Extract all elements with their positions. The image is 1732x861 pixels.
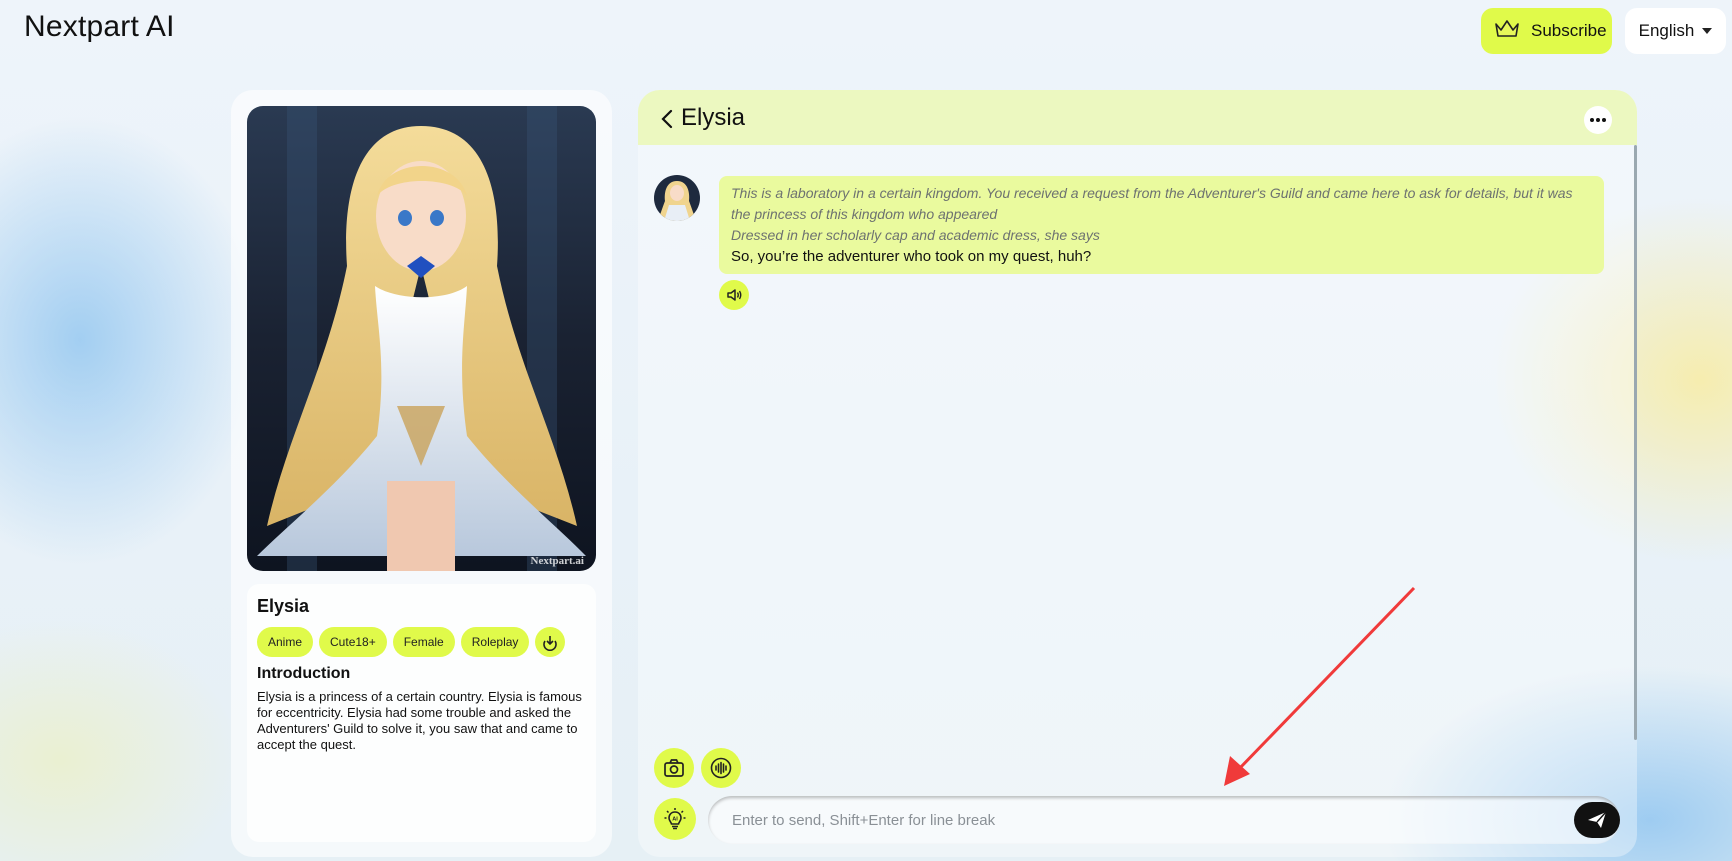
brand-logo[interactable]: Nextpart AI: [24, 10, 175, 44]
tag-list: Anime Cute18+ Female Roleplay: [257, 627, 586, 657]
chat-header: Elysia: [638, 90, 1637, 145]
voice-button[interactable]: [701, 748, 741, 788]
ai-lightbulb-icon: AI: [664, 808, 686, 830]
download-icon[interactable]: [535, 627, 566, 657]
voice-icon: [710, 757, 732, 779]
message-input-container: [708, 796, 1620, 844]
top-bar: Nextpart AI Subscribe English: [0, 0, 1732, 60]
speech-text: So, you’re the adventurer who took on my…: [731, 248, 1092, 265]
introduction-heading: Introduction: [257, 665, 351, 682]
chevron-down-icon: [1702, 28, 1713, 34]
tag-roleplay[interactable]: Roleplay: [460, 627, 530, 657]
message-bubble: This is a laboratory in a certain kingdo…: [719, 176, 1604, 274]
subscribe-label: Subscribe: [1531, 21, 1607, 40]
narration-text: Dressed in her scholarly cap and academi…: [731, 227, 1100, 243]
character-card: Nextpart.ai Elysia Anime Cute18+ Female …: [231, 90, 612, 857]
watermark: Nextpart.ai: [530, 555, 584, 567]
tag-cute18[interactable]: Cute18+: [319, 627, 387, 657]
language-label: English: [1638, 21, 1695, 40]
subscribe-button[interactable]: Subscribe: [1481, 8, 1612, 54]
tag-female[interactable]: Female: [392, 627, 455, 657]
svg-text:AI: AI: [672, 817, 678, 823]
avatar: [654, 175, 700, 221]
send-icon: [1588, 811, 1607, 828]
introduction-text: Elysia is a princess of a certain countr…: [257, 689, 582, 752]
character-info: Elysia Anime Cute18+ Female Roleplay Int…: [247, 584, 596, 842]
character-name: Elysia: [257, 596, 310, 616]
chat-scrollbar[interactable]: [1634, 145, 1637, 740]
camera-icon: [664, 759, 684, 777]
send-button[interactable]: [1574, 802, 1620, 838]
ai-suggest-button[interactable]: AI: [654, 798, 696, 840]
back-chevron-icon[interactable]: [660, 108, 674, 130]
speaker-icon[interactable]: [719, 280, 749, 310]
more-icon[interactable]: [1584, 106, 1612, 134]
message-input[interactable]: [732, 796, 1542, 844]
camera-button[interactable]: [654, 748, 694, 788]
chat-panel: Elysia This is a laboratory in a certain…: [638, 90, 1637, 857]
character-portrait: Nextpart.ai: [247, 106, 596, 571]
chat-title: Elysia: [681, 104, 746, 131]
crown-icon: [1493, 18, 1521, 45]
language-select[interactable]: English: [1625, 8, 1726, 54]
narration-text: This is a laboratory in a certain kingdo…: [731, 185, 1573, 222]
tag-anime[interactable]: Anime: [257, 627, 314, 657]
